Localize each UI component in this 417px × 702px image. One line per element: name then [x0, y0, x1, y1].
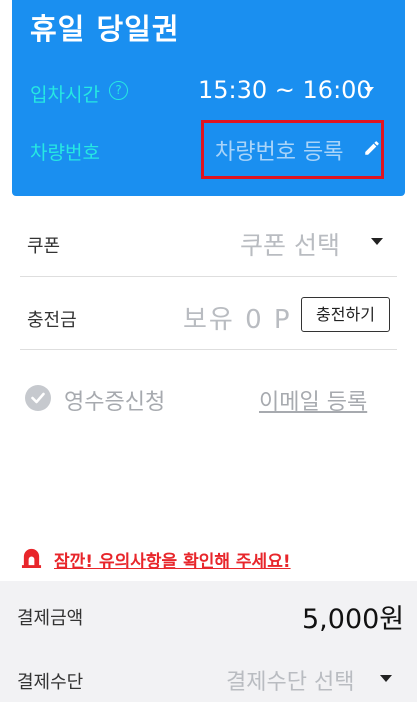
check-icon [31, 392, 45, 404]
ticket-title: 휴일 당일권 [30, 12, 180, 46]
chevron-down-icon[interactable] [371, 238, 383, 245]
balance-value: 보유 0 P [183, 305, 292, 335]
question-circle-icon[interactable]: ? [109, 81, 128, 100]
email-register-link[interactable]: 이메일 등록 [259, 384, 367, 416]
plate-label: 차량번호 [30, 142, 100, 164]
divider [20, 276, 397, 277]
pencil-icon[interactable] [363, 139, 381, 157]
chevron-down-icon[interactable] [380, 675, 392, 682]
payment-method-label: 결제수단 [17, 672, 84, 693]
warning-icon [21, 548, 42, 568]
plate-register-field[interactable]: 차량번호 등록 [215, 134, 343, 166]
entry-time-label: 입차시간 [30, 84, 100, 106]
coupon-select[interactable]: 쿠폰 선택 [240, 226, 340, 262]
entry-time-select[interactable]: 15:30 ~ 16:00 [198, 76, 372, 104]
payment-amount-label: 결제금액 [17, 608, 84, 629]
receipt-label[interactable]: 영수증신청 [64, 384, 165, 416]
charge-button[interactable]: 충전하기 [301, 297, 390, 332]
payment-method-select[interactable]: 결제수단 선택 [226, 664, 354, 696]
receipt-checkbox[interactable] [25, 385, 51, 411]
charge-label: 충전금 [27, 310, 77, 331]
chevron-down-icon[interactable] [364, 87, 374, 93]
payment-amount-value: 5,000원 [302, 604, 405, 635]
coupon-label: 쿠폰 [27, 236, 61, 257]
notice-link[interactable]: 잠깐! 유의사항을 확인해 주세요! [54, 547, 291, 572]
divider [20, 349, 397, 350]
